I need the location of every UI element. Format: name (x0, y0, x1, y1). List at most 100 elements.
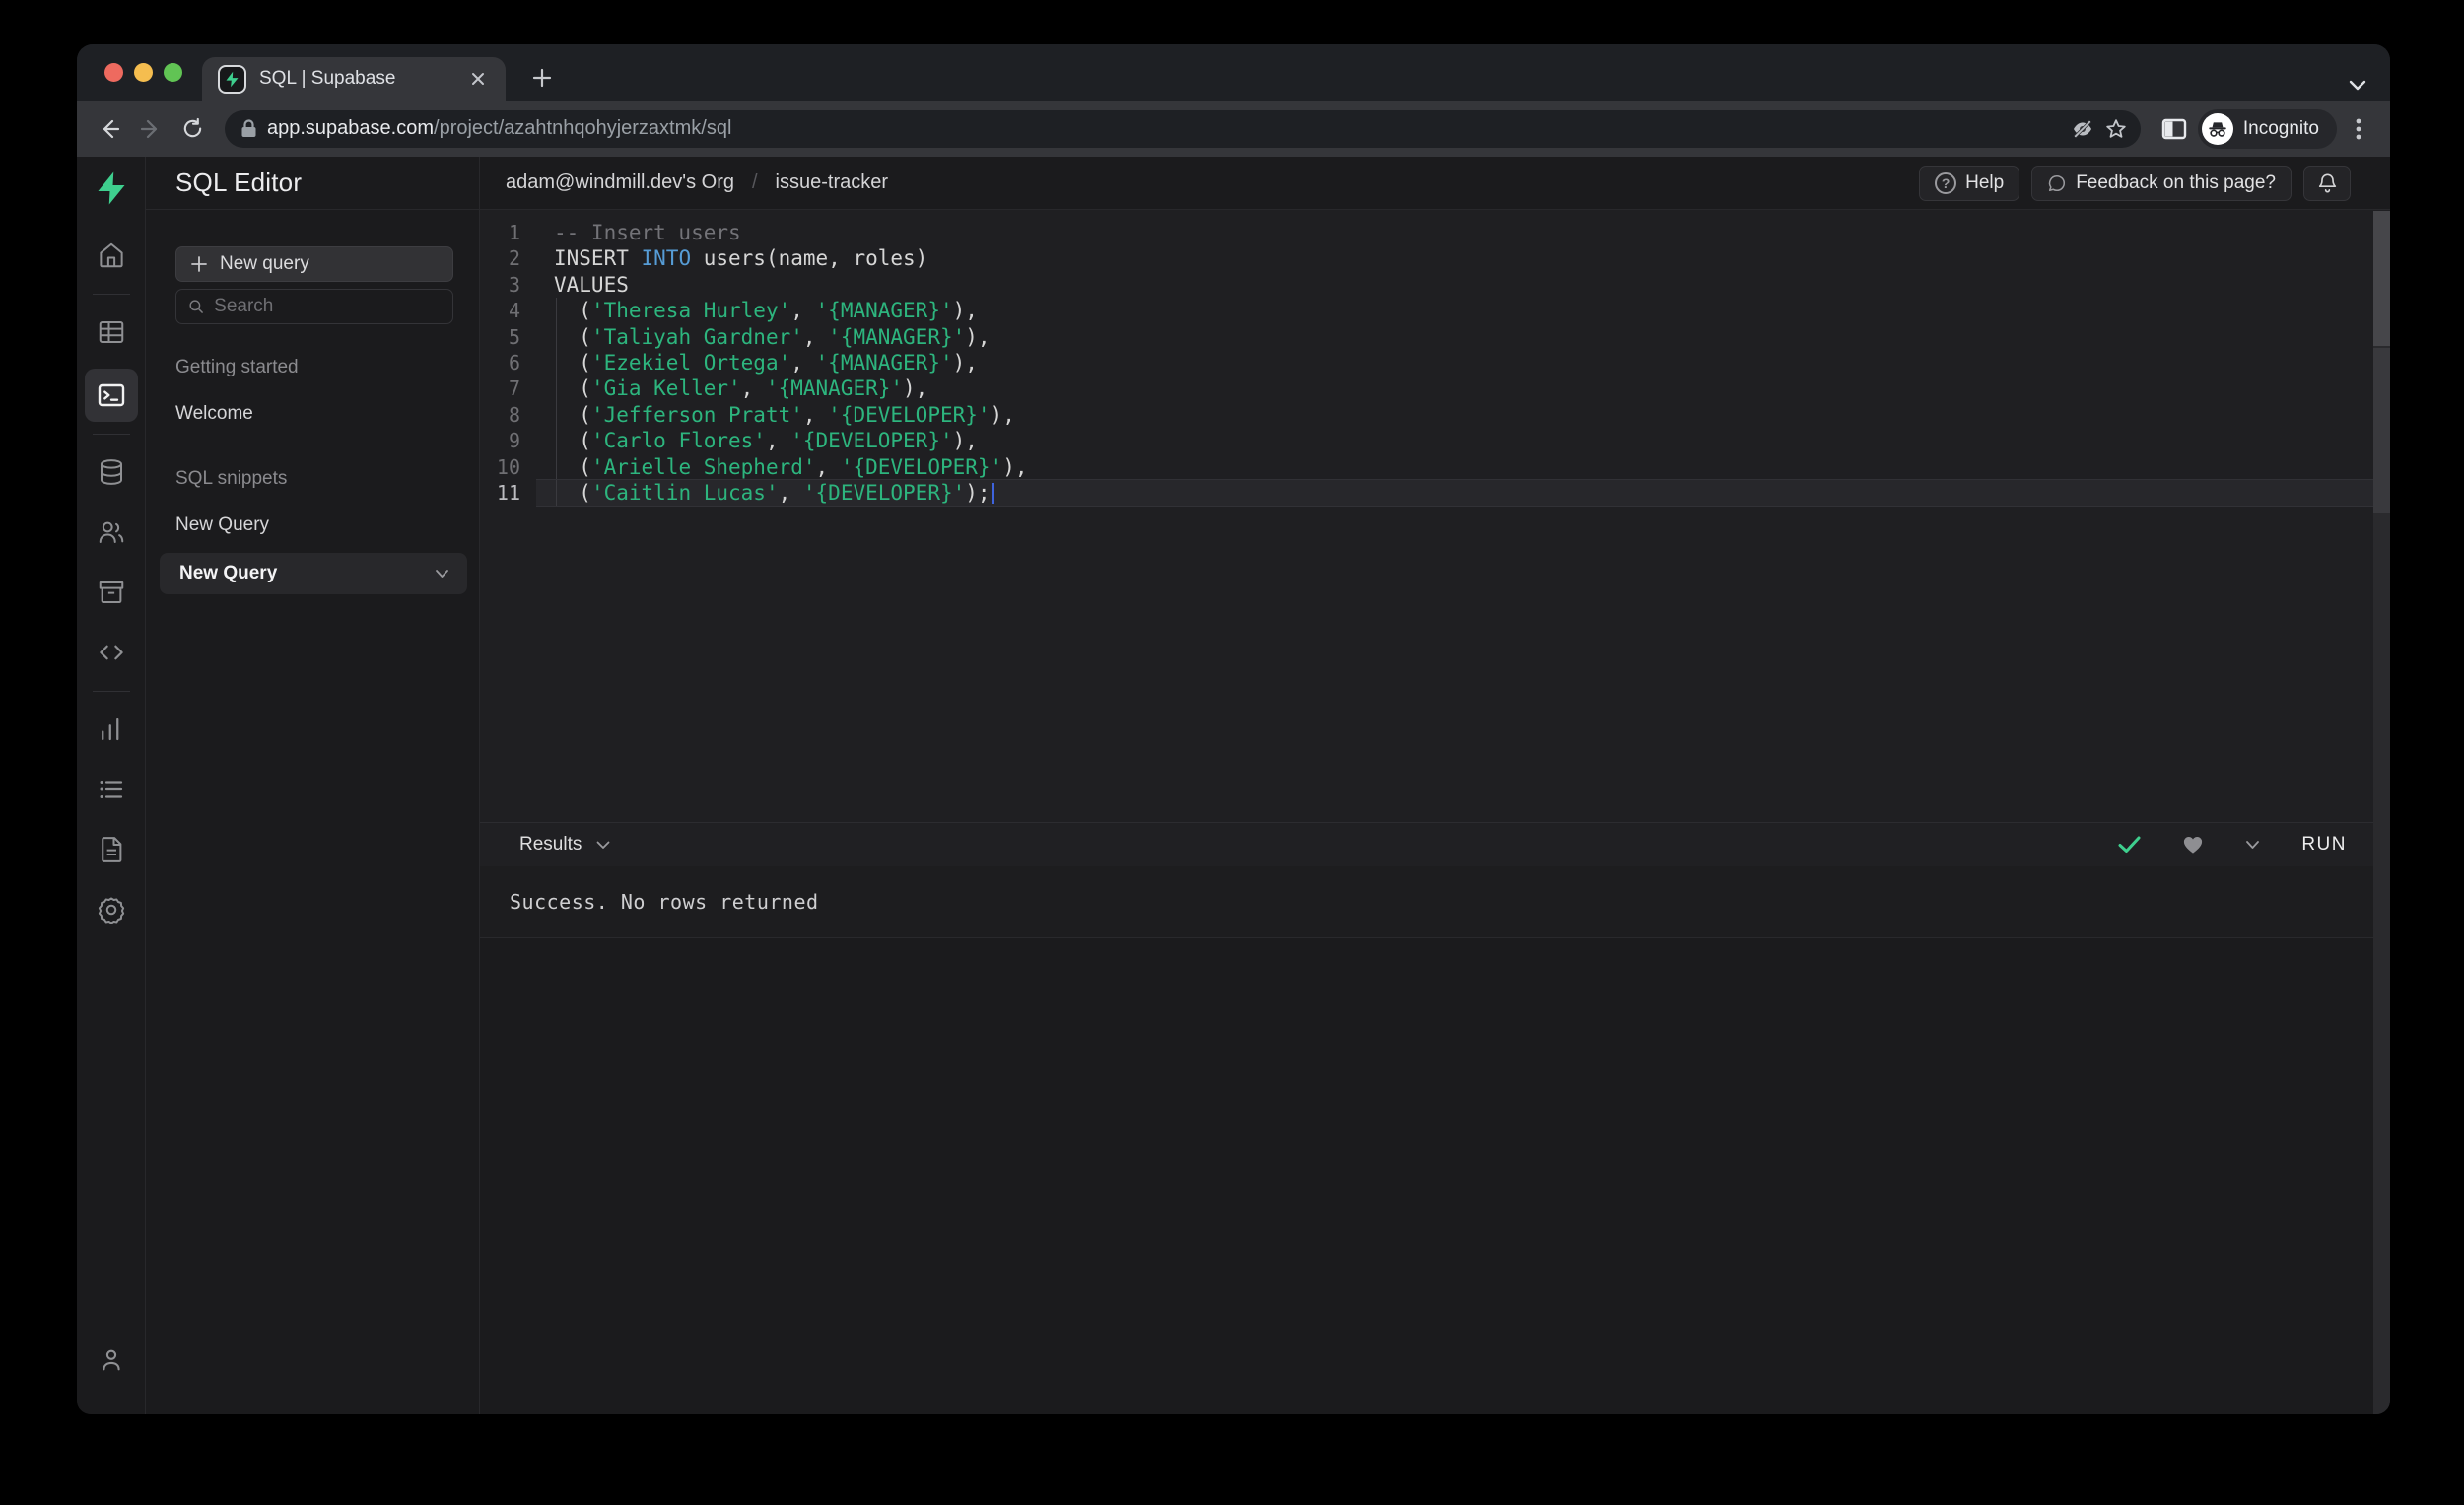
main-header: adam@windmill.dev's Org / issue-tracker … (480, 157, 2390, 210)
search-box[interactable] (175, 289, 453, 324)
line-number: 4 (508, 299, 520, 323)
breadcrumb: adam@windmill.dev's Org / issue-tracker (506, 171, 888, 194)
browser-tab[interactable]: SQL | Supabase (202, 57, 506, 101)
page-title: SQL Editor (175, 168, 303, 197)
line-number: 10 (496, 454, 520, 479)
nav-logs-icon[interactable] (88, 766, 135, 813)
code-lines: 1 -- Insert users 2 INSERT INTO users(name,… (480, 220, 2390, 507)
code-line[interactable]: 8 ('Jefferson Pratt', '{DEVELOPER}'), (480, 401, 2390, 429)
breadcrumb-project[interactable]: issue-tracker (776, 171, 888, 194)
line-number: 1 (508, 221, 520, 244)
code-line[interactable]: 9 ('Carlo Flores', '{DEVELOPER}'), (480, 428, 2390, 454)
maximize-window-button[interactable] (164, 63, 182, 82)
code-line[interactable]: 6 ('Ezekiel Ortega', '{MANAGER}'), (480, 349, 2390, 376)
code-line[interactable]: 1 -- Insert users (480, 220, 2390, 245)
browser-toolbar: app.supabase.com/project/azahtnhqohyjerz… (77, 101, 2390, 157)
chevron-down-icon[interactable] (2245, 840, 2260, 850)
nav-edge-functions-icon[interactable] (88, 629, 135, 676)
code-line[interactable]: 10 ('Arielle Shepherd', '{DEVELOPER}'), (480, 453, 2390, 480)
account-icon[interactable] (88, 1336, 135, 1384)
scrollbar-thumb-secondary (2373, 348, 2390, 513)
sidebar-item-new-query[interactable]: New Query (175, 514, 453, 536)
section-label-sql-snippets: SQL snippets (175, 468, 288, 489)
line-number: 3 (508, 272, 520, 297)
text-cursor (991, 482, 994, 504)
code-line[interactable]: 3 VALUES (480, 272, 2390, 298)
code-line[interactable]: 11 ('Caitlin Lucas', '{DEVELOPER}'); (480, 479, 2390, 507)
favorite-heart-icon[interactable] (2182, 835, 2204, 855)
line-number: 9 (508, 429, 520, 453)
breadcrumb-org[interactable]: adam@windmill.dev's Org (506, 171, 734, 194)
plus-icon (191, 256, 207, 272)
nav-reports-icon[interactable] (88, 706, 135, 753)
results-toolbar: Results RUN (480, 823, 2390, 866)
back-button[interactable] (91, 110, 128, 148)
nav-sql-editor-icon[interactable] (84, 369, 138, 422)
url-path: /project/azahtnhqohyjerzaxtmk/sql (434, 117, 732, 139)
sidebar-item-new-query-active[interactable]: New Query (160, 553, 467, 594)
code-line[interactable]: 4 ('Theresa Hurley', '{MANAGER}'), (480, 298, 2390, 324)
results-dropdown[interactable]: Results (519, 834, 610, 855)
supabase-favicon-icon (218, 64, 246, 94)
line-number: 11 (496, 480, 520, 505)
supabase-logo-icon[interactable] (94, 171, 129, 206)
minimize-window-button[interactable] (134, 63, 153, 82)
scrollbar-thumb[interactable] (2373, 211, 2390, 346)
active-item-label: New Query (179, 563, 278, 583)
line-number: 7 (508, 376, 520, 401)
address-bar[interactable]: app.supabase.com/project/azahtnhqohyjerz… (225, 109, 2141, 148)
code-line[interactable]: 2 INSERT INTO users(name, roles) (480, 245, 2390, 271)
line-number: 6 (508, 350, 520, 375)
desktop: SQL | Supabase app.supabase.com/project/… (0, 0, 2464, 1505)
notifications-button[interactable] (2303, 165, 2351, 201)
incognito-label: Incognito (2242, 117, 2319, 139)
tab-search-chevron-icon[interactable] (2349, 79, 2366, 91)
close-window-button[interactable] (104, 63, 123, 82)
search-icon (189, 300, 203, 313)
nav-storage-icon[interactable] (88, 569, 135, 616)
nav-database-icon[interactable] (88, 448, 135, 496)
reload-button[interactable] (173, 110, 211, 148)
nav-table-editor-icon[interactable] (88, 308, 135, 356)
eye-slash-icon[interactable] (2066, 112, 2099, 146)
sql-code-editor[interactable]: 1 -- Insert users 2 INSERT INTO users(name,… (480, 210, 2390, 823)
tab-strip: SQL | Supabase (77, 44, 2390, 101)
new-query-button[interactable]: New query (175, 246, 453, 282)
help-button[interactable]: ? Help (1919, 165, 2020, 201)
code-line[interactable]: 5 ('Taliyah Gardner', '{MANAGER}'), (480, 323, 2390, 350)
line-number: 2 (508, 246, 520, 271)
code-line[interactable]: 7 ('Gia Keller', '{MANAGER}'), (480, 376, 2390, 402)
forward-button[interactable] (132, 110, 170, 148)
side-panel-icon[interactable] (2155, 110, 2194, 148)
help-icon: ? (1935, 171, 1957, 194)
window-controls (104, 63, 182, 82)
section-label-getting-started: Getting started (175, 357, 299, 377)
incognito-badge[interactable]: Incognito (2197, 108, 2337, 149)
browser-menu-icon[interactable] (2341, 110, 2376, 148)
browser-window: SQL | Supabase app.supabase.com/project/… (77, 44, 2390, 1414)
url-text: app.supabase.com/project/azahtnhqohyjerz… (267, 117, 2066, 140)
feedback-button[interactable]: Feedback on this page? (2031, 165, 2292, 201)
new-tab-button[interactable] (525, 61, 559, 95)
chevron-down-icon (596, 841, 610, 849)
tab-title: SQL | Supabase (259, 68, 396, 89)
chevron-down-icon[interactable] (435, 569, 449, 579)
nav-home-icon[interactable] (88, 232, 135, 279)
main-area: adam@windmill.dev's Org / issue-tracker … (480, 157, 2390, 1414)
sidebar-item-welcome[interactable]: Welcome (175, 403, 453, 425)
bell-icon (2318, 172, 2336, 193)
bookmark-star-icon[interactable] (2099, 112, 2133, 146)
success-message: Success. No rows returned (510, 890, 819, 914)
sql-editor-sidebar: SQL Editor New query Getting started Wel… (146, 157, 480, 1414)
nav-settings-icon[interactable] (88, 886, 135, 933)
search-input[interactable] (214, 296, 441, 317)
nav-authentication-icon[interactable] (88, 509, 135, 556)
line-number: 5 (508, 324, 520, 349)
tab-close-icon[interactable] (464, 65, 492, 93)
rail-divider (92, 434, 130, 435)
sidebar-header: SQL Editor (146, 157, 479, 210)
run-button[interactable]: RUN (2301, 834, 2347, 855)
breadcrumb-separator: / (751, 171, 758, 193)
scrollbar[interactable] (2373, 211, 2390, 1414)
nav-api-docs-icon[interactable] (88, 826, 135, 873)
